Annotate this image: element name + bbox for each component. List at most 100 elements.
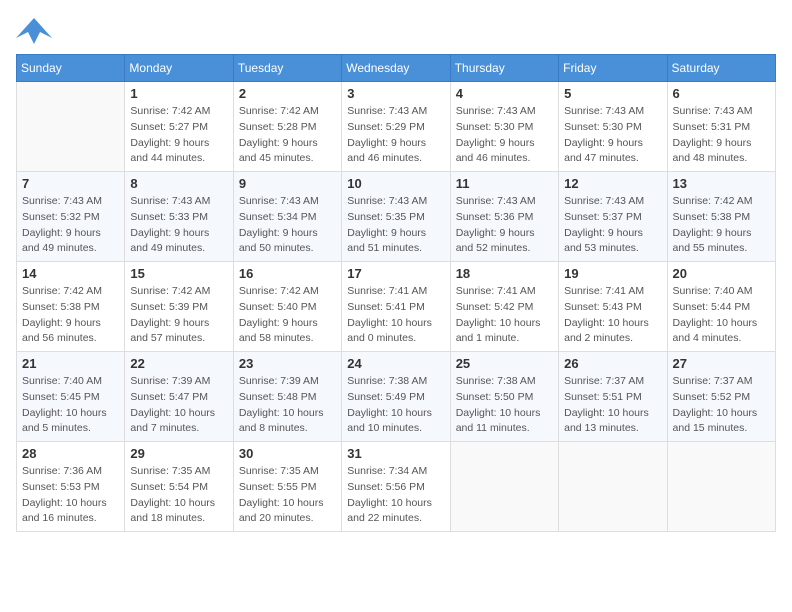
calendar-cell: 31 Sunrise: 7:34 AMSunset: 5:56 PMDayligh…: [342, 442, 450, 532]
calendar-cell: 9 Sunrise: 7:43 AMSunset: 5:34 PMDaylight…: [233, 172, 341, 262]
day-number: 31: [347, 446, 444, 461]
day-info: Sunrise: 7:42 AMSunset: 5:27 PMDaylight:…: [130, 104, 227, 167]
day-info: Sunrise: 7:37 AMSunset: 5:52 PMDaylight:…: [673, 374, 770, 437]
calendar-cell: 5Sunrise: 7:43 AMSunset: 5:30 PMDaylight…: [559, 82, 667, 172]
day-info: Sunrise: 7:39 AMSunset: 5:48 PMDaylight:…: [239, 374, 336, 437]
calendar-cell: 30 Sunrise: 7:35 AMSunset: 5:55 PMDayligh…: [233, 442, 341, 532]
day-info: Sunrise: 7:43 AMSunset: 5:37 PMDaylight:…: [564, 194, 661, 257]
day-info: Sunrise: 7:43 AMSunset: 5:36 PMDaylight:…: [456, 194, 553, 257]
day-info: Sunrise: 7:43 AMSunset: 5:34 PMDaylight:…: [239, 194, 336, 257]
day-info: Sunrise: 7:43 AMSunset: 5:30 PMDaylight:…: [456, 104, 553, 167]
day-info: Sunrise: 7:40 AMSunset: 5:44 PMDaylight:…: [673, 284, 770, 347]
day-info: Sunrise: 7:43 AMSunset: 5:35 PMDaylight:…: [347, 194, 444, 257]
day-info: Sunrise: 7:34 AMSunset: 5:56 PMDaylight:…: [347, 464, 444, 527]
calendar-cell: [559, 442, 667, 532]
day-info: Sunrise: 7:35 AMSunset: 5:55 PMDaylight:…: [239, 464, 336, 527]
day-of-week-header: Friday: [559, 55, 667, 82]
day-number: 19: [564, 266, 661, 281]
day-number: 5: [564, 86, 661, 101]
calendar-header-row: SundayMondayTuesdayWednesdayThursdayFrid…: [17, 55, 776, 82]
day-info: Sunrise: 7:41 AMSunset: 5:41 PMDaylight:…: [347, 284, 444, 347]
day-number: 26: [564, 356, 661, 371]
day-number: 22: [130, 356, 227, 371]
day-of-week-header: Tuesday: [233, 55, 341, 82]
day-info: Sunrise: 7:40 AMSunset: 5:45 PMDaylight:…: [22, 374, 119, 437]
day-info: Sunrise: 7:41 AMSunset: 5:42 PMDaylight:…: [456, 284, 553, 347]
logo: [16, 16, 58, 46]
day-info: Sunrise: 7:43 AMSunset: 5:32 PMDaylight:…: [22, 194, 119, 257]
day-info: Sunrise: 7:35 AMSunset: 5:54 PMDaylight:…: [130, 464, 227, 527]
calendar-cell: [17, 82, 125, 172]
day-number: 1: [130, 86, 227, 101]
calendar-cell: 1 Sunrise: 7:42 AMSunset: 5:27 PMDaylight…: [125, 82, 233, 172]
day-of-week-header: Thursday: [450, 55, 558, 82]
calendar-cell: 25Sunrise: 7:38 AMSunset: 5:50 PMDayligh…: [450, 352, 558, 442]
day-number: 7: [22, 176, 119, 191]
day-number: 24: [347, 356, 444, 371]
day-number: 28: [22, 446, 119, 461]
calendar-cell: 19 Sunrise: 7:41 AMSunset: 5:43 PMDayligh…: [559, 262, 667, 352]
day-info: Sunrise: 7:43 AMSunset: 5:33 PMDaylight:…: [130, 194, 227, 257]
day-number: 23: [239, 356, 336, 371]
day-number: 4: [456, 86, 553, 101]
calendar-cell: 24 Sunrise: 7:38 AMSunset: 5:49 PMDayligh…: [342, 352, 450, 442]
day-number: 14: [22, 266, 119, 281]
day-of-week-header: Wednesday: [342, 55, 450, 82]
day-number: 10: [347, 176, 444, 191]
calendar-week-row: 14 Sunrise: 7:42 AMSunset: 5:38 PMDayligh…: [17, 262, 776, 352]
day-number: 17: [347, 266, 444, 281]
day-info: Sunrise: 7:43 AMSunset: 5:31 PMDaylight:…: [673, 104, 770, 167]
day-number: 13: [673, 176, 770, 191]
day-number: 6: [673, 86, 770, 101]
calendar-cell: [667, 442, 775, 532]
calendar-cell: 14 Sunrise: 7:42 AMSunset: 5:38 PMDayligh…: [17, 262, 125, 352]
day-of-week-header: Saturday: [667, 55, 775, 82]
day-info: Sunrise: 7:42 AMSunset: 5:38 PMDaylight:…: [673, 194, 770, 257]
day-of-week-header: Monday: [125, 55, 233, 82]
day-info: Sunrise: 7:41 AMSunset: 5:43 PMDaylight:…: [564, 284, 661, 347]
calendar-week-row: 7 Sunrise: 7:43 AMSunset: 5:32 PMDaylight…: [17, 172, 776, 262]
day-info: Sunrise: 7:38 AMSunset: 5:50 PMDaylight:…: [456, 374, 553, 437]
calendar-cell: 3Sunrise: 7:43 AMSunset: 5:29 PMDaylight…: [342, 82, 450, 172]
calendar-cell: 7 Sunrise: 7:43 AMSunset: 5:32 PMDaylight…: [17, 172, 125, 262]
calendar-week-row: 1 Sunrise: 7:42 AMSunset: 5:27 PMDaylight…: [17, 82, 776, 172]
calendar-cell: 6 Sunrise: 7:43 AMSunset: 5:31 PMDaylight…: [667, 82, 775, 172]
day-number: 20: [673, 266, 770, 281]
calendar-cell: 18 Sunrise: 7:41 AMSunset: 5:42 PMDayligh…: [450, 262, 558, 352]
logo-icon: [16, 16, 52, 46]
day-number: 9: [239, 176, 336, 191]
calendar-cell: 4 Sunrise: 7:43 AMSunset: 5:30 PMDaylight…: [450, 82, 558, 172]
day-number: 27: [673, 356, 770, 371]
day-number: 12: [564, 176, 661, 191]
calendar-cell: [450, 442, 558, 532]
day-number: 21: [22, 356, 119, 371]
day-info: Sunrise: 7:39 AMSunset: 5:47 PMDaylight:…: [130, 374, 227, 437]
calendar-cell: 13 Sunrise: 7:42 AMSunset: 5:38 PMDayligh…: [667, 172, 775, 262]
day-number: 3: [347, 86, 444, 101]
calendar: SundayMondayTuesdayWednesdayThursdayFrid…: [16, 54, 776, 532]
day-info: Sunrise: 7:42 AMSunset: 5:39 PMDaylight:…: [130, 284, 227, 347]
day-number: 8: [130, 176, 227, 191]
day-info: Sunrise: 7:38 AMSunset: 5:49 PMDaylight:…: [347, 374, 444, 437]
calendar-cell: 15Sunrise: 7:42 AMSunset: 5:39 PMDayligh…: [125, 262, 233, 352]
calendar-week-row: 28 Sunrise: 7:36 AMSunset: 5:53 PMDayligh…: [17, 442, 776, 532]
calendar-cell: 10 Sunrise: 7:43 AMSunset: 5:35 PMDayligh…: [342, 172, 450, 262]
calendar-cell: 29 Sunrise: 7:35 AMSunset: 5:54 PMDayligh…: [125, 442, 233, 532]
calendar-cell: 20 Sunrise: 7:40 AMSunset: 5:44 PMDayligh…: [667, 262, 775, 352]
day-number: 2: [239, 86, 336, 101]
day-number: 29: [130, 446, 227, 461]
calendar-week-row: 21 Sunrise: 7:40 AMSunset: 5:45 PMDayligh…: [17, 352, 776, 442]
day-info: Sunrise: 7:42 AMSunset: 5:38 PMDaylight:…: [22, 284, 119, 347]
calendar-cell: 8 Sunrise: 7:43 AMSunset: 5:33 PMDaylight…: [125, 172, 233, 262]
calendar-cell: 27 Sunrise: 7:37 AMSunset: 5:52 PMDayligh…: [667, 352, 775, 442]
day-of-week-header: Sunday: [17, 55, 125, 82]
day-number: 18: [456, 266, 553, 281]
calendar-cell: 12 Sunrise: 7:43 AMSunset: 5:37 PMDayligh…: [559, 172, 667, 262]
calendar-cell: 23 Sunrise: 7:39 AMSunset: 5:48 PMDayligh…: [233, 352, 341, 442]
calendar-cell: 17 Sunrise: 7:41 AMSunset: 5:41 PMDayligh…: [342, 262, 450, 352]
calendar-cell: 21 Sunrise: 7:40 AMSunset: 5:45 PMDayligh…: [17, 352, 125, 442]
day-number: 11: [456, 176, 553, 191]
day-number: 30: [239, 446, 336, 461]
day-info: Sunrise: 7:37 AMSunset: 5:51 PMDaylight:…: [564, 374, 661, 437]
day-info: Sunrise: 7:36 AMSunset: 5:53 PMDaylight:…: [22, 464, 119, 527]
